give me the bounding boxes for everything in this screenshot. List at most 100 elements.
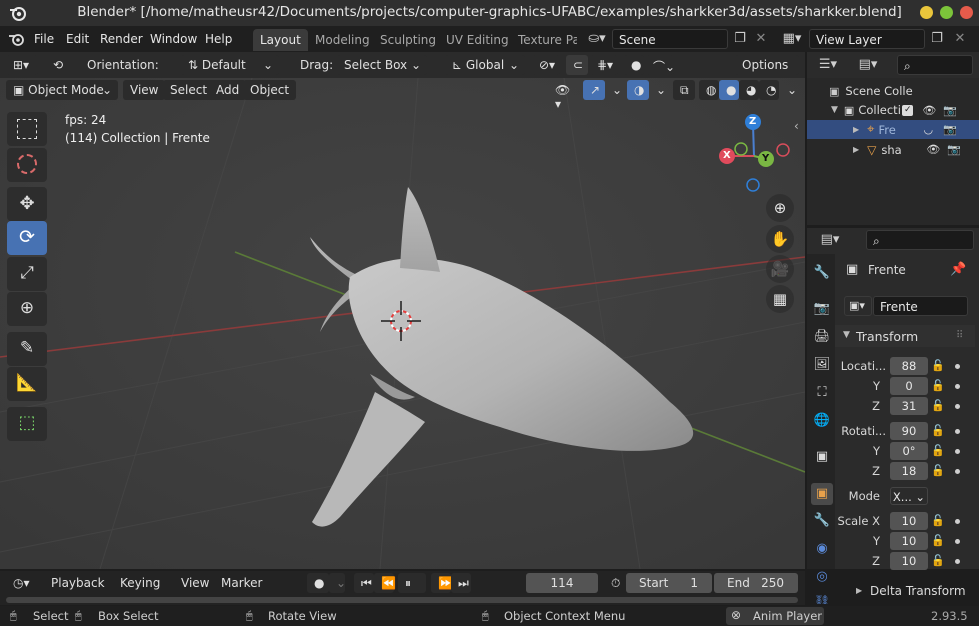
render-tab-icon[interactable]: 📷 <box>811 298 833 320</box>
location-x-field[interactable]: 88 <box>890 357 928 375</box>
lock-icon[interactable]: 🔓 <box>931 514 945 528</box>
gizmo-toggle-icon[interactable]: ↗ <box>583 80 605 100</box>
delta-transform-header[interactable]: Delta Transform <box>870 584 966 598</box>
keyframe-dot-icon[interactable] <box>955 404 960 409</box>
blender-menu-icon[interactable] <box>8 31 26 47</box>
location-y-field[interactable]: 0 <box>890 377 928 395</box>
lock-icon[interactable]: 🔓 <box>931 424 945 438</box>
menu-view[interactable]: View <box>123 80 166 100</box>
transform-orientation-dropdown[interactable]: ⊾ Global ⌄ <box>445 55 525 75</box>
rotation-mode-dropdown[interactable]: X... ⌄ <box>890 487 928 505</box>
particles-tab-icon[interactable]: ◉ <box>811 538 833 560</box>
object-data-dropdown[interactable]: ▣▾ <box>844 296 872 316</box>
view-layer-selector-icon[interactable]: ▦▾ <box>778 29 806 49</box>
menu-select[interactable]: Select <box>163 80 215 100</box>
keying-menu[interactable]: Keying ⌄ <box>113 573 173 604</box>
cancel-icon[interactable]: ⊗ <box>731 608 741 622</box>
outliner-row-collection[interactable]: ▼ ▣ Collecti ✓ 👁 📷 <box>807 101 979 119</box>
render-camera-icon[interactable]: 📷 <box>943 123 957 136</box>
end-frame-field[interactable]: End 250 <box>714 573 798 593</box>
shading-rendered-icon[interactable]: ◔ <box>759 80 779 100</box>
overlay-dropdown-icon[interactable]: ⌄ <box>649 80 666 100</box>
tab-layout[interactable]: Layout <box>253 29 308 51</box>
tab-uv-editing[interactable]: UV Editing <box>439 29 516 51</box>
menu-file[interactable]: File <box>34 32 54 46</box>
pin-icon[interactable]: 📌 <box>950 262 966 277</box>
snap-toggle-icon[interactable]: ⊂ <box>566 55 588 75</box>
jump-start-icon[interactable]: ⏮ <box>354 573 374 593</box>
overlay-toggle-icon[interactable]: ◑ <box>627 80 649 100</box>
gizmo-dropdown-icon[interactable]: ⌄ <box>605 80 622 100</box>
physics-tab-icon[interactable]: ◎ <box>811 566 833 588</box>
keyframe-dot-icon[interactable] <box>955 559 960 564</box>
timeline-scrubber[interactable] <box>6 597 798 603</box>
sidebar-collapse-icon[interactable]: ‹ <box>794 119 799 133</box>
current-frame-field[interactable]: 114 <box>526 573 598 593</box>
properties-editor-type-icon[interactable]: ▤▾ <box>815 230 845 250</box>
visibility-eye-icon[interactable]: 👁▾ <box>548 80 578 111</box>
keying-set-dropdown-icon[interactable]: ⌄ <box>329 573 346 593</box>
menu-help[interactable]: Help <box>205 32 232 46</box>
new-scene-icon[interactable]: ❐ <box>730 29 750 49</box>
object-name-field[interactable]: Frente <box>873 296 968 316</box>
keyframe-dot-icon[interactable] <box>955 429 960 434</box>
outliner-editor-type-icon[interactable]: ☰▾ <box>813 55 843 75</box>
3d-viewport[interactable]: ⊞▾ ⟲ Orientation: ⇅ Default ⌄ Drag: Selec… <box>0 52 805 569</box>
expand-chevron-icon[interactable]: ▼ <box>831 105 838 115</box>
preview-range-icon[interactable]: ⏱ <box>604 573 624 593</box>
expand-chevron-icon[interactable]: ▶ <box>853 125 859 134</box>
render-camera-icon[interactable]: 📷 <box>947 143 961 156</box>
lock-icon[interactable]: 🔓 <box>931 444 945 458</box>
lock-icon[interactable]: 🔓 <box>931 554 945 568</box>
rotate-tool[interactable]: ⟳ <box>7 221 47 255</box>
snap-target-icon[interactable]: ⋕▾ <box>590 55 618 75</box>
keyframe-dot-icon[interactable] <box>955 449 960 454</box>
measure-tool[interactable]: 📐 <box>7 367 47 401</box>
proportional-edit-icon[interactable]: ● <box>624 55 644 75</box>
menu-window[interactable]: Window <box>150 32 197 46</box>
lock-icon[interactable]: 🔓 <box>931 379 945 393</box>
lock-icon[interactable]: 🔓 <box>931 399 945 413</box>
outliner-row-object-shark[interactable]: ▶ ▽ sha 👁 📷 <box>807 140 979 159</box>
move-tool[interactable]: ✥ <box>7 187 47 221</box>
scene-name-field[interactable]: Scene <box>612 29 728 49</box>
shading-solid-icon[interactable]: ● <box>719 80 739 100</box>
keyframe-dot-icon[interactable] <box>955 539 960 544</box>
lock-icon[interactable]: 🔓 <box>931 534 945 548</box>
scale-z-field[interactable]: 10 <box>890 552 928 570</box>
shading-wireframe-icon[interactable]: ◍ <box>699 80 719 100</box>
timeline-editor-type-icon[interactable]: ◷▾ <box>6 573 38 593</box>
drag-dropdown[interactable]: Select Box ⌄ <box>337 55 427 75</box>
close-button[interactable] <box>960 6 973 19</box>
view-layer-tab-icon[interactable]: 🖼 <box>811 354 833 376</box>
playback-menu[interactable]: Playback ⌄ <box>44 573 112 604</box>
pan-hand-icon[interactable]: ✋ <box>766 225 794 253</box>
jump-end-icon[interactable]: ⏭ <box>451 573 471 593</box>
orientation-dropdown[interactable]: ⇅ Default ⌄ <box>181 55 279 75</box>
minimize-button[interactable] <box>920 6 933 19</box>
auto-keying-icon[interactable]: ● <box>307 573 329 593</box>
pivot-point-icon[interactable]: ⊘▾ <box>532 55 560 75</box>
camera-view-icon[interactable]: 🎥 <box>766 255 794 283</box>
orthographic-toggle-icon[interactable]: ▦ <box>766 285 794 313</box>
annotate-tool[interactable]: ✎ <box>7 332 47 366</box>
prev-keyframe-icon[interactable]: ⏪ <box>374 573 396 593</box>
remove-view-layer-icon[interactable]: ✕ <box>950 29 970 49</box>
collapse-chevron-icon[interactable]: ▼ <box>843 330 850 340</box>
hidden-eye-icon[interactable]: ◡ <box>923 123 933 136</box>
menu-edit[interactable]: Edit <box>66 32 89 46</box>
collection-tab-icon[interactable]: ▣ <box>811 446 833 468</box>
keyframe-dot-icon[interactable] <box>955 469 960 474</box>
lock-icon[interactable]: 🔓 <box>931 464 945 478</box>
include-checkbox[interactable]: ✓ <box>902 104 914 116</box>
menu-render[interactable]: Render <box>100 32 143 46</box>
modifier-tab-icon[interactable]: 🔧 <box>811 510 833 532</box>
shading-material-icon[interactable]: ◕ <box>739 80 759 100</box>
tool-tab-icon[interactable]: 🔧 <box>811 262 833 284</box>
remove-scene-icon[interactable]: ✕ <box>751 29 771 49</box>
properties-search-input[interactable]: ⌕ <box>866 230 974 250</box>
add-cube-tool[interactable]: ⬚ <box>7 407 47 441</box>
delta-transform-chevron-icon[interactable]: ▶ <box>856 586 862 595</box>
object-tab-icon[interactable]: ▣ <box>811 483 833 505</box>
rotation-x-field[interactable]: 90 <box>890 422 928 440</box>
